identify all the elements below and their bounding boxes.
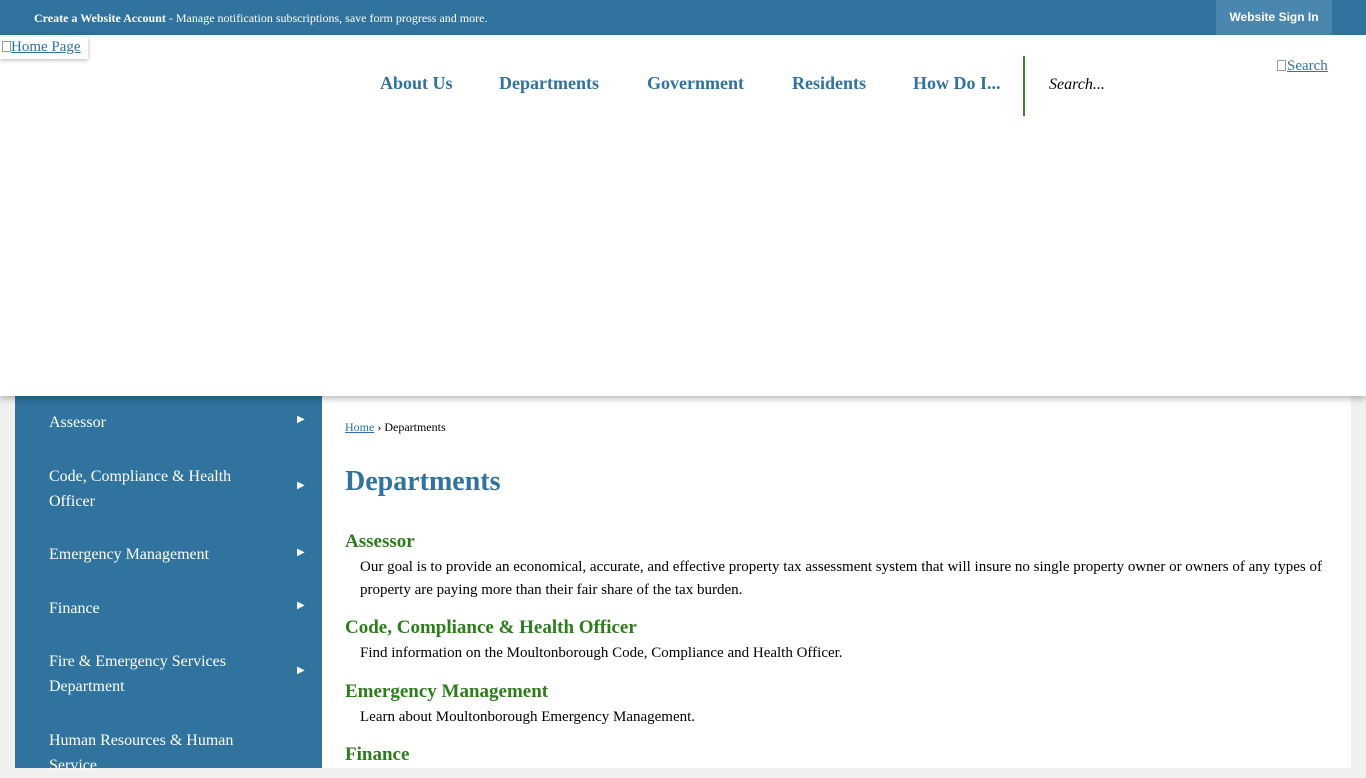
nav-residents[interactable]: Residents: [792, 73, 866, 94]
nav-about-us[interactable]: About Us: [380, 73, 453, 94]
sidebar-arrow-icon[interactable]: ▶: [297, 547, 305, 558]
breadcrumb-home-link[interactable]: Home: [345, 420, 374, 434]
sidebar-item-fire-emergency[interactable]: Fire & Emergency Services Department: [49, 649, 264, 699]
department-description: Our goal is to provide an economical, ac…: [360, 559, 1322, 598]
create-account-link[interactable]: Create a Website Account - Manage notifi…: [34, 11, 487, 26]
create-account-description[interactable]: - Manage notification subscriptions, sav…: [166, 11, 488, 25]
sidebar-arrow-icon[interactable]: ▶: [297, 414, 305, 425]
department-link-assessor[interactable]: Assessor: [345, 531, 415, 553]
department-description: Find information on the Moultonborough C…: [360, 645, 843, 661]
sidebar-item-human-resources[interactable]: Human Resources & Human Service: [49, 728, 264, 778]
sidebar-arrow-icon[interactable]: ▶: [297, 480, 305, 491]
logo-broken-image-icon: [2, 41, 11, 52]
page-title: Departments: [345, 466, 501, 497]
nav-departments[interactable]: Departments: [499, 73, 599, 94]
create-account-strong[interactable]: Create a Website Account: [34, 11, 166, 25]
department-link-emergency-management[interactable]: Emergency Management: [345, 681, 548, 703]
nav-government[interactable]: Government: [647, 73, 744, 94]
sidebar-arrow-icon[interactable]: ▶: [297, 600, 305, 611]
sidebar-item-finance[interactable]: Finance: [49, 596, 264, 621]
sidebar-arrow-icon[interactable]: ▶: [297, 665, 305, 676]
department-link-code-compliance[interactable]: Code, Compliance & Health Officer: [345, 617, 637, 639]
departments-sidebar: Assessor ▶ Code, Compliance & Health Off…: [15, 396, 322, 774]
site-header: Home Page About Us Departments Governmen…: [0, 35, 1366, 396]
nav-search-divider: [1023, 56, 1025, 116]
department-description: Learn about Moultonborough Emergency Man…: [360, 709, 696, 725]
breadcrumb: Home › Departments: [345, 420, 446, 435]
department-link-finance[interactable]: Finance: [345, 744, 409, 766]
search-icon: [1277, 60, 1286, 71]
sidebar-item-emergency-management[interactable]: Emergency Management: [49, 542, 264, 567]
search-button[interactable]: Search: [1277, 58, 1328, 75]
nav-how-do-i[interactable]: How Do I...: [913, 73, 1001, 94]
search-input[interactable]: Search...: [1049, 76, 1249, 96]
sidebar-item-code-compliance[interactable]: Code, Compliance & Health Officer: [49, 464, 264, 514]
breadcrumb-current: Departments: [384, 420, 446, 434]
breadcrumb-separator: ›: [374, 420, 385, 434]
website-sign-in-button[interactable]: Website Sign In: [1216, 0, 1332, 35]
sidebar-item-assessor[interactable]: Assessor: [49, 410, 264, 435]
top-utility-bar: Create a Website Account - Manage notifi…: [0, 0, 1366, 35]
home-page-logo-link[interactable]: Home Page: [0, 37, 88, 59]
logo-alt-text[interactable]: Home Page: [11, 39, 81, 55]
search-button-label[interactable]: Search: [1287, 58, 1328, 74]
